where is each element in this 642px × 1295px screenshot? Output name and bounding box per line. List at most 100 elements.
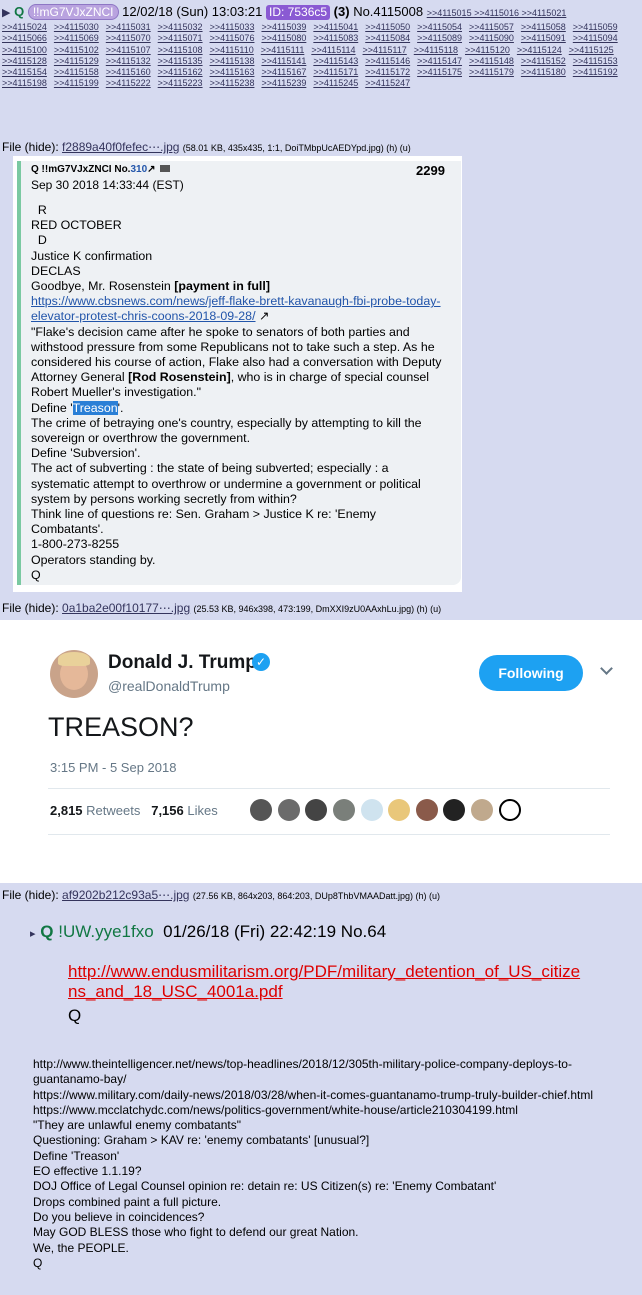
backlink[interactable]: >>4115148 xyxy=(469,56,514,67)
poster-id[interactable]: ID: 7536c5 xyxy=(266,5,331,20)
highlighted-word: Treason xyxy=(72,400,118,415)
backlink[interactable]: >>4115128 xyxy=(2,56,47,67)
goodbye-bold: [payment in full] xyxy=(174,279,270,294)
inline-backlinks[interactable]: >>4115015 >>4115016 >>4115021 xyxy=(427,8,567,18)
body-line: https://www.mcclatchydc.com/news/politic… xyxy=(33,1102,518,1117)
tweet-author-name: Donald J. Trump xyxy=(108,652,257,673)
backlink[interactable]: >>4115032 xyxy=(158,22,203,33)
backlink[interactable]: >>4115102 xyxy=(54,45,99,56)
backlink[interactable]: >>4115199 xyxy=(54,78,99,89)
backlink[interactable]: >>4115100 xyxy=(2,45,47,56)
backlink[interactable]: >>4115222 xyxy=(106,78,151,89)
backlink[interactable]: >>4115175 xyxy=(417,67,462,78)
backlink[interactable]: >>4115058 xyxy=(521,22,566,33)
liker-avatar-icon xyxy=(277,799,300,821)
backlink[interactable]: >>4115070 xyxy=(106,33,151,44)
backlink[interactable]: >>4115089 xyxy=(417,33,462,44)
backlink[interactable]: >>4115039 xyxy=(261,22,306,33)
backlink[interactable]: >>4115146 xyxy=(365,56,410,67)
backlink[interactable]: >>4115180 xyxy=(521,67,566,78)
backlink[interactable]: >>4115118 xyxy=(414,45,458,56)
backlink[interactable]: >>4115094 xyxy=(573,33,618,44)
backlink[interactable]: >>4115050 xyxy=(365,22,410,33)
backlink[interactable]: >>4115111 xyxy=(261,45,305,56)
backlink[interactable]: >>4115245 xyxy=(313,78,358,89)
backlink[interactable]: >>4115080 xyxy=(261,33,306,44)
backlink[interactable]: >>4115172 xyxy=(365,67,410,78)
backlink[interactable]: >>4115120 xyxy=(465,45,510,56)
backlink[interactable]: >>4115171 xyxy=(313,67,358,78)
drop-screenshot-64[interactable]: ▸ Q !UW.yye1fxo 01/26/18 (Fri) 22:42:19 … xyxy=(13,906,642,1042)
backlink[interactable]: >>4115083 xyxy=(313,33,358,44)
backlink[interactable]: >>4115125 xyxy=(569,45,614,56)
like-count: 7,156 xyxy=(151,803,184,818)
drop-screenshot-2299[interactable]: Q !!mG7VJxZNCI No.310↗ 2299 Sep 30 2018 … xyxy=(13,156,462,592)
backlink[interactable]: >>4115239 xyxy=(261,78,306,89)
backlink[interactable]: >>4115033 xyxy=(210,22,255,33)
backlink[interactable]: >>4115160 xyxy=(106,67,151,78)
backlink[interactable]: >>4115057 xyxy=(469,22,514,33)
backlink[interactable]: >>4115154 xyxy=(2,67,47,78)
tripcode: !!mG7VJxZNCI xyxy=(27,4,119,20)
backlink[interactable]: >>4115069 xyxy=(54,33,99,44)
cbs-news-link[interactable]: https://www.cbsnews.com/news/jeff-flake-… xyxy=(31,294,441,323)
backlink[interactable]: >>4115054 xyxy=(417,22,462,33)
drop-line: R xyxy=(31,203,47,217)
backlink[interactable]: >>4115129 xyxy=(54,56,99,67)
backlink[interactable]: >>4115117 xyxy=(363,45,407,56)
backlink[interactable]: >>4115153 xyxy=(573,56,618,67)
backlink[interactable]: >>4115179 xyxy=(469,67,514,78)
backlink[interactable]: >>4115132 xyxy=(106,56,151,67)
backlink[interactable]: >>4115084 xyxy=(365,33,410,44)
backlink[interactable]: >>4115167 xyxy=(261,67,306,78)
backlink[interactable]: >>4115108 xyxy=(158,45,203,56)
liker-avatar-icon xyxy=(498,799,521,821)
tweet-screenshot[interactable]: Donald J. Trump ✓ @realDonaldTrump Follo… xyxy=(0,620,642,883)
liker-avatar-icon xyxy=(415,799,438,821)
drop-date: Sep 30 2018 14:33:44 (EST) xyxy=(31,178,184,192)
backlink[interactable]: >>4115162 xyxy=(158,67,203,78)
backlink[interactable]: >>4115138 xyxy=(210,56,255,67)
backlink[interactable]: >>4115143 xyxy=(313,56,358,67)
backlink[interactable]: >>4115152 xyxy=(521,56,566,67)
backlink[interactable]: >>4115198 xyxy=(2,78,47,89)
drop-64-sig: Q xyxy=(68,1006,82,1025)
post-body-text: http://www.theintelligencer.net/news/top… xyxy=(23,1052,642,1295)
backlink[interactable]: >>4115147 xyxy=(417,56,462,67)
backlink[interactable]: >>4115114 xyxy=(311,45,355,56)
drop-post-link[interactable]: 310 xyxy=(130,164,147,175)
backlink[interactable]: >>4115076 xyxy=(210,33,255,44)
backlink[interactable]: >>4115031 xyxy=(106,22,151,33)
file-link[interactable]: f2889a40f0fefec⋯.jpg xyxy=(62,140,179,154)
liker-avatar-icon xyxy=(360,799,383,821)
backlink[interactable]: >>4115030 xyxy=(54,22,99,33)
drop-number: 2299 xyxy=(416,163,445,178)
drop-define: Define 'Treason'. xyxy=(31,400,446,416)
backlink[interactable]: >>4115163 xyxy=(210,67,255,78)
quote-bold: [Rod Rosenstein] xyxy=(128,370,231,385)
backlink[interactable]: >>4115158 xyxy=(54,67,99,78)
backlink[interactable]: >>4115091 xyxy=(521,33,566,44)
backlink[interactable]: >>4115071 xyxy=(158,33,203,44)
drop-line: 1-800-273-8255 xyxy=(31,537,120,552)
backlink[interactable]: >>4115141 xyxy=(261,56,306,67)
file-link[interactable]: af9202b212c93a5⋯.jpg xyxy=(62,888,189,902)
backlink[interactable]: >>4115066 xyxy=(2,33,47,44)
backlink[interactable]: >>4115059 xyxy=(573,22,618,33)
backlink[interactable]: >>4115110 xyxy=(210,45,254,56)
post-menu-arrow-icon[interactable]: ▶ xyxy=(2,7,10,19)
backlink[interactable]: >>4115107 xyxy=(106,45,151,56)
backlink[interactable]: >>4115041 xyxy=(313,22,358,33)
backlink[interactable]: >>4115135 xyxy=(158,56,203,67)
backlink[interactable]: >>4115090 xyxy=(469,33,514,44)
post-number[interactable]: No.4115008 xyxy=(353,4,423,19)
backlink[interactable]: >>4115247 xyxy=(365,78,410,89)
drop-64-trip: !UW.yye1fxo xyxy=(58,922,154,941)
backlink[interactable]: >>4115024 xyxy=(2,22,47,33)
poster-name: Q xyxy=(14,4,25,19)
backlink[interactable]: >>4115124 xyxy=(517,45,562,56)
file-link[interactable]: 0a1ba2e00f10177⋯.jpg xyxy=(62,601,190,615)
backlink[interactable]: >>4115223 xyxy=(158,78,203,89)
backlink[interactable]: >>4115238 xyxy=(210,78,255,89)
backlink[interactable]: >>4115192 xyxy=(573,67,618,78)
